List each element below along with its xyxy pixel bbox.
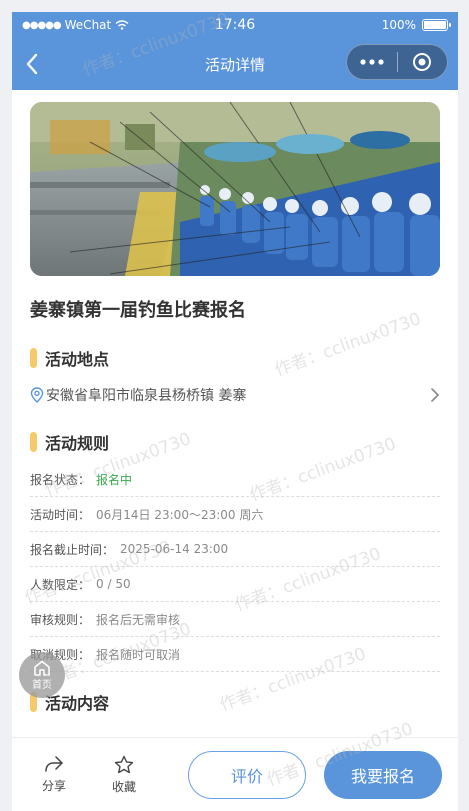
- favorite-button[interactable]: 收藏: [94, 755, 154, 795]
- location-pin-icon: [30, 387, 44, 403]
- share-icon: [45, 756, 63, 772]
- chevron-left-icon: [26, 53, 38, 75]
- section-accent-bar: [30, 432, 37, 452]
- bottom-action-bar: 分享 收藏 评价 我要报名: [12, 737, 458, 811]
- rule-value: 0 / 50: [96, 577, 131, 591]
- rule-value: 报名随时可取消: [96, 647, 181, 662]
- target-circle-icon: [413, 53, 432, 71]
- join-button[interactable]: 我要报名: [324, 750, 442, 799]
- battery-icon: [422, 19, 451, 31]
- rule-value: 报名中: [96, 472, 133, 487]
- rule-value: 2025-06-14 23:00: [120, 542, 229, 556]
- rate-button[interactable]: 评价: [188, 750, 306, 799]
- home-label: 首页: [32, 679, 52, 691]
- close-button[interactable]: [398, 45, 448, 79]
- rule-key: 审核规则：: [30, 612, 91, 627]
- rules-section-header: 活动规则: [30, 430, 440, 454]
- share-button[interactable]: 分享: [24, 755, 84, 794]
- content-section-header: 活动内容: [30, 690, 440, 714]
- status-time: 17:46: [214, 17, 256, 33]
- rule-value: 06月14日 23:00～23:00 周六: [96, 507, 264, 522]
- rule-key: 活动时间：: [30, 507, 91, 522]
- more-button[interactable]: [347, 45, 397, 79]
- back-button[interactable]: [12, 38, 52, 90]
- nav-bar: 活动详情: [12, 38, 458, 90]
- status-bar: ●●●●● WeChat 17:46 100%: [12, 12, 458, 38]
- event-title: 姜寨镇第一届钓鱼比赛报名: [30, 300, 246, 321]
- phone-screen: ●●●●● WeChat 17:46 100% 活动详情 姜寨镇第一届钓鱼比赛报…: [12, 12, 458, 811]
- rules-list: 报名状态： 报名中 活动时间： 06月14日 23:00～23:00 周六 报名…: [30, 462, 440, 672]
- event-cover-image: [30, 102, 440, 276]
- rule-row-cancel: 取消规则： 报名随时可取消: [30, 637, 440, 672]
- section-accent-bar: [30, 348, 37, 368]
- rule-row-status: 报名状态： 报名中: [30, 462, 440, 497]
- home-float-button[interactable]: 首页: [19, 652, 65, 698]
- share-label: 分享: [41, 779, 66, 793]
- favorite-label: 收藏: [111, 779, 136, 794]
- star-icon: [114, 755, 134, 773]
- rule-row-review: 审核规则： 报名后无需审核: [30, 602, 440, 637]
- rule-key: 人数限定：: [30, 577, 91, 592]
- rules-heading: 活动规则: [45, 434, 110, 453]
- location-heading: 活动地点: [45, 350, 110, 369]
- rule-key: 报名截止时间：: [30, 542, 115, 557]
- location-address: 安徽省阜阳市临泉县杨桥镇 姜寨: [46, 388, 247, 404]
- mini-program-capsule: [346, 44, 448, 80]
- more-dots-icon: [360, 59, 384, 65]
- rule-key: 报名状态：: [30, 472, 91, 487]
- rule-value: 报名后无需审核: [96, 612, 181, 627]
- chevron-right-icon: [430, 387, 440, 403]
- rule-row-capacity: 人数限定： 0 / 50: [30, 567, 440, 602]
- event-detail-content: 姜寨镇第一届钓鱼比赛报名 活动地点 安徽省阜阳市临泉县杨桥镇 姜寨 活动规则 报…: [12, 90, 458, 737]
- location-section-header: 活动地点: [30, 346, 440, 370]
- location-row[interactable]: 安徽省阜阳市临泉县杨桥镇 姜寨: [30, 384, 440, 406]
- rule-row-time: 活动时间： 06月14日 23:00～23:00 周六: [30, 497, 440, 532]
- rule-row-deadline: 报名截止时间： 2025-06-14 23:00: [30, 532, 440, 567]
- home-icon: [34, 660, 50, 676]
